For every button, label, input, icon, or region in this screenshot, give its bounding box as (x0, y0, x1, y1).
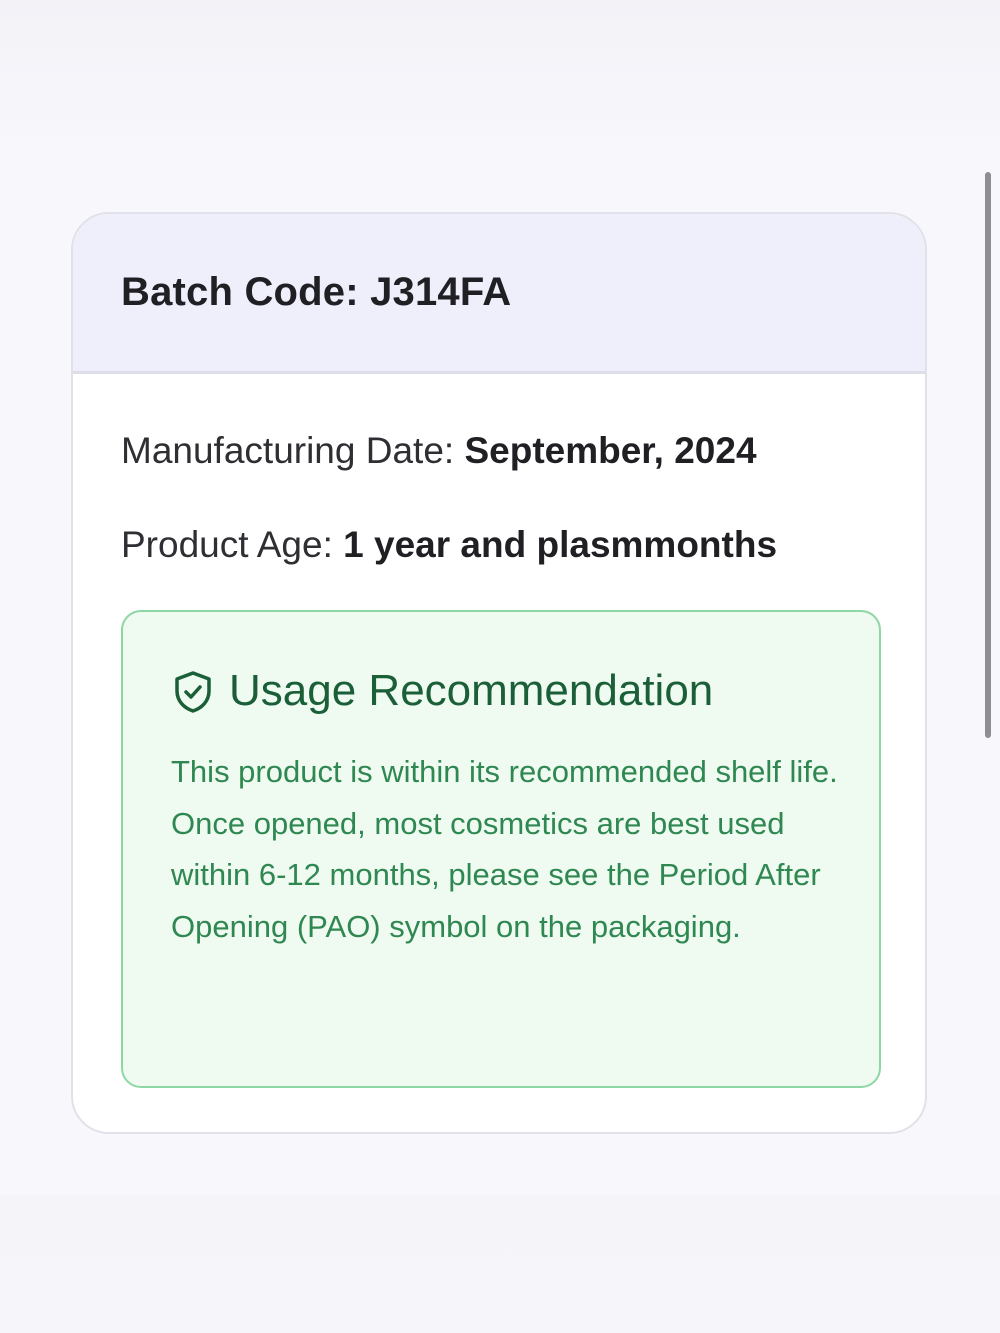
card-header: Batch Code: J314FA (73, 214, 925, 374)
batch-code-title: Batch Code: J314FA (121, 270, 512, 314)
shield-check-icon (175, 671, 211, 713)
usage-recommendation-box: Usage Recommendation This product is wit… (121, 610, 881, 1088)
manufacturing-date-value: September, 2024 (464, 430, 757, 471)
product-age-row: Product Age: 1 year and plasmmonths (121, 524, 777, 566)
usage-recommendation-title: Usage Recommendation (229, 666, 714, 715)
product-age-label: Product Age: (121, 524, 333, 565)
scrollbar[interactable] (985, 172, 991, 738)
bottom-band (0, 1195, 1000, 1333)
manufacturing-date-row: Manufacturing Date: September, 2024 (121, 430, 757, 472)
usage-recommendation-text: This product is within its recommended s… (171, 754, 838, 944)
top-band (0, 0, 1000, 138)
batch-info-card: Batch Code: J314FA Manufacturing Date: S… (71, 212, 927, 1134)
product-age-value: 1 year and plasmmonths (343, 524, 778, 565)
manufacturing-date-label: Manufacturing Date: (121, 430, 455, 471)
